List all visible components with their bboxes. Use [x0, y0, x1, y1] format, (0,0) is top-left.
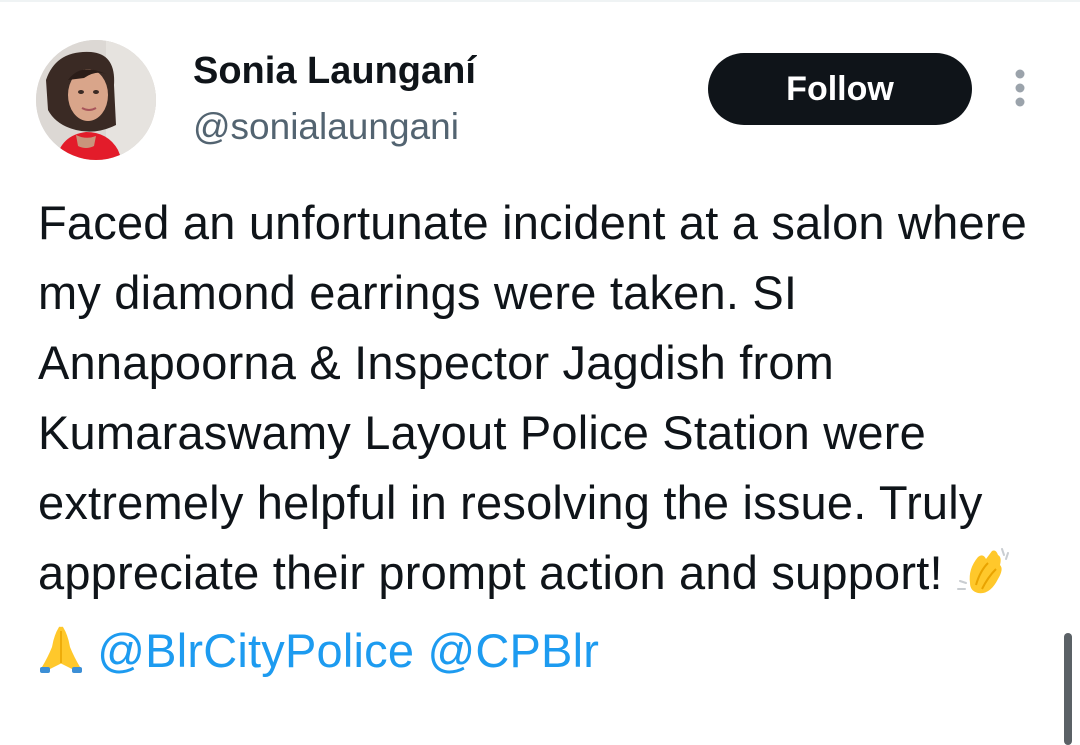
more-options-button[interactable] [1004, 66, 1036, 114]
tweet-card: Sonia Launganí @sonialaungani Follow Fac… [0, 0, 1080, 745]
mention-cpblr[interactable]: @CPBlr [427, 624, 599, 677]
avatar-photo [36, 40, 156, 160]
follow-button[interactable]: Follow [708, 53, 972, 125]
folded-hands-emoji [38, 623, 84, 694]
tweet-text: Faced an unfortunate incident at a salon… [38, 188, 1048, 694]
more-vertical-icon [1015, 69, 1025, 107]
scrollbar[interactable] [1064, 633, 1072, 745]
mention-blrcitypolice[interactable]: @BlrCityPolice [97, 624, 414, 677]
author-handle[interactable]: @sonialaungani [193, 104, 459, 150]
clapping-hands-emoji [956, 545, 1014, 616]
author-name[interactable]: Sonia Launganí [193, 48, 476, 94]
avatar[interactable] [36, 40, 156, 160]
tweet-body: Faced an unfortunate incident at a salon… [38, 196, 1028, 599]
